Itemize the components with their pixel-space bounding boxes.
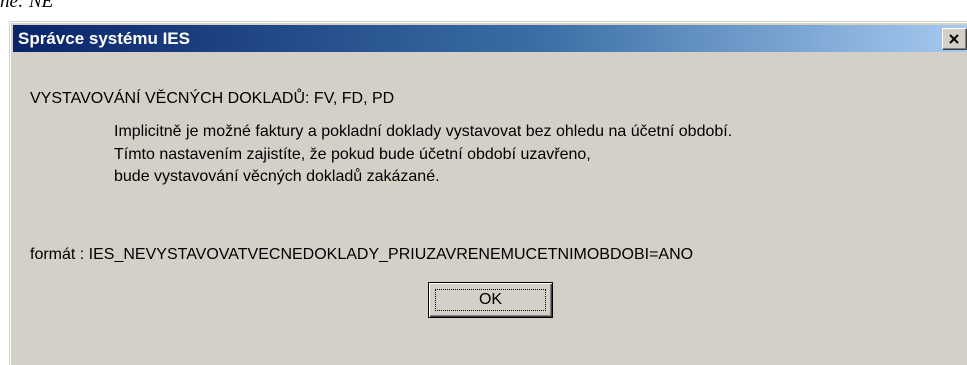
description-line: bude vystavování věcných dokladů zakázan…: [114, 168, 440, 185]
dialog-title: Správce systému IES: [18, 29, 190, 48]
format-line: formát : IES_NEVYSTAVOVATVECNEDOKLADY_PR…: [30, 246, 694, 263]
page: ne: NE Správce systému IES VYSTAVOVÁNÍ V…: [0, 0, 967, 365]
dialog-description: Implicitně je možné faktury a pokladní d…: [114, 121, 732, 189]
close-button[interactable]: [942, 28, 967, 50]
background-document-fragment: ne: NE: [0, 0, 54, 12]
ok-button-label: OK: [478, 291, 503, 308]
dialog-titlebar[interactable]: Správce systému IES: [13, 25, 967, 52]
description-line: Implicitně je možné faktury a pokladní d…: [114, 123, 733, 140]
description-line: Tímto nastavením zajistíte, že pokud bud…: [114, 145, 591, 163]
dialog-heading: VYSTAVOVÁNÍ VĚCNÝCH DOKLADŮ: FV, FD, PD: [30, 90, 395, 107]
close-x-icon: [949, 34, 959, 44]
message-dialog: Správce systému IES VYSTAVOVÁNÍ VĚCNÝCH …: [9, 21, 967, 365]
ok-button[interactable]: OK: [428, 282, 553, 318]
